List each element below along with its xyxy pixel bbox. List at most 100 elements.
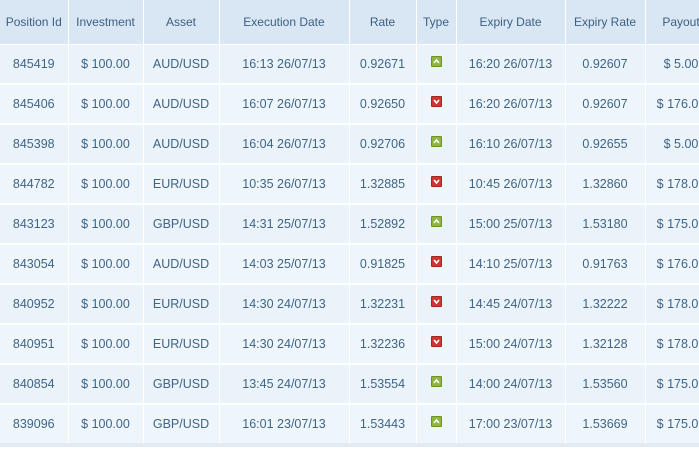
- column-header-expiry-rate[interactable]: Expiry Rate: [565, 0, 646, 45]
- position-id-cell: 840854: [0, 364, 69, 405]
- table-row: 840854 $ 100.00 GBP/USD 13:45 24/07/13 1.535…: [0, 364, 699, 405]
- position-id-cell: 844782: [0, 164, 69, 205]
- asset-cell: AUD/USD: [143, 124, 220, 165]
- table-row: 845419 $ 100.00 AUD/USD 16:13 26/07/13 0.926…: [0, 44, 699, 85]
- expiry-rate-cell: 0.92655: [565, 124, 646, 165]
- up-arrow-icon: [430, 136, 442, 148]
- column-header-investment[interactable]: Investment: [68, 0, 144, 45]
- table-row: 840952 $ 100.00 EUR/USD 14:30 24/07/13 1.322…: [0, 284, 699, 325]
- asset-cell: AUD/USD: [143, 244, 220, 285]
- expiry-date-cell: 15:00 25/07/13: [456, 204, 566, 245]
- type-cell: [416, 84, 457, 125]
- trade-history-table: Position Id Investment Asset Execution D…: [0, 0, 699, 447]
- payout-cell: $ 175.00: [645, 404, 699, 447]
- position-id-cell: 840952: [0, 284, 69, 325]
- expiry-rate-cell: 1.32860: [565, 164, 646, 205]
- execution-date-cell: 16:07 26/07/13: [219, 84, 350, 125]
- expiry-date-cell: 16:10 26/07/13: [456, 124, 566, 165]
- payout-cell: $ 5.00: [645, 124, 699, 165]
- type-cell: [416, 364, 457, 405]
- type-cell: [416, 404, 457, 447]
- rate-cell: 0.91825: [349, 244, 417, 285]
- position-id-cell: 839096: [0, 404, 69, 447]
- table-row: 845398 $ 100.00 AUD/USD 16:04 26/07/13 0.927…: [0, 124, 699, 165]
- up-arrow-icon: [430, 416, 442, 428]
- execution-date-cell: 14:03 25/07/13: [219, 244, 350, 285]
- expiry-date-cell: 14:45 24/07/13: [456, 284, 566, 325]
- column-header-execution-date[interactable]: Execution Date: [219, 0, 350, 45]
- payout-cell: $ 176.00: [645, 84, 699, 125]
- execution-date-cell: 16:04 26/07/13: [219, 124, 350, 165]
- investment-cell: $ 100.00: [68, 204, 144, 245]
- execution-date-cell: 14:30 24/07/13: [219, 284, 350, 325]
- type-cell: [416, 244, 457, 285]
- execution-date-cell: 16:01 23/07/13: [219, 404, 350, 447]
- column-header-rate[interactable]: Rate: [349, 0, 417, 45]
- type-cell: [416, 324, 457, 365]
- expiry-rate-cell: 0.92607: [565, 84, 646, 125]
- column-header-type[interactable]: Type: [416, 0, 457, 45]
- down-arrow-icon: [430, 296, 442, 308]
- position-id-cell: 840951: [0, 324, 69, 365]
- asset-cell: EUR/USD: [143, 164, 220, 205]
- down-arrow-icon: [430, 256, 442, 268]
- investment-cell: $ 100.00: [68, 84, 144, 125]
- expiry-date-cell: 17:00 23/07/13: [456, 404, 566, 447]
- column-header-expiry-date[interactable]: Expiry Date: [456, 0, 566, 45]
- expiry-rate-cell: 1.53180: [565, 204, 646, 245]
- type-cell: [416, 124, 457, 165]
- table-row: 845406 $ 100.00 AUD/USD 16:07 26/07/13 0.926…: [0, 84, 699, 125]
- execution-date-cell: 16:13 26/07/13: [219, 44, 350, 85]
- expiry-date-cell: 16:20 26/07/13: [456, 84, 566, 125]
- asset-cell: AUD/USD: [143, 44, 220, 85]
- expiry-date-cell: 14:00 24/07/13: [456, 364, 566, 405]
- execution-date-cell: 14:30 24/07/13: [219, 324, 350, 365]
- investment-cell: $ 100.00: [68, 44, 144, 85]
- column-header-asset[interactable]: Asset: [143, 0, 220, 45]
- rate-cell: 1.52892: [349, 204, 417, 245]
- position-id-cell: 845419: [0, 44, 69, 85]
- column-header-position-id[interactable]: Position Id: [0, 0, 69, 45]
- up-arrow-icon: [430, 56, 442, 68]
- rate-cell: 1.53554: [349, 364, 417, 405]
- investment-cell: $ 100.00: [68, 324, 144, 365]
- expiry-rate-cell: 1.32128: [565, 324, 646, 365]
- down-arrow-icon: [430, 176, 442, 188]
- rate-cell: 1.32236: [349, 324, 417, 365]
- payout-cell: $ 176.00: [645, 244, 699, 285]
- expiry-rate-cell: 1.53560: [565, 364, 646, 405]
- asset-cell: EUR/USD: [143, 284, 220, 325]
- position-id-cell: 845406: [0, 84, 69, 125]
- investment-cell: $ 100.00: [68, 404, 144, 447]
- payout-cell: $ 175.00: [645, 204, 699, 245]
- investment-cell: $ 100.00: [68, 284, 144, 325]
- expiry-rate-cell: 0.92607: [565, 44, 646, 85]
- expiry-rate-cell: 1.53669: [565, 404, 646, 447]
- table-header-row: Position Id Investment Asset Execution D…: [0, 0, 699, 45]
- table-row: 843054 $ 100.00 AUD/USD 14:03 25/07/13 0.918…: [0, 244, 699, 285]
- investment-cell: $ 100.00: [68, 244, 144, 285]
- type-cell: [416, 44, 457, 85]
- payout-cell: $ 178.00: [645, 164, 699, 205]
- rate-cell: 1.32885: [349, 164, 417, 205]
- column-header-payout[interactable]: Payout: [645, 0, 699, 45]
- down-arrow-icon: [430, 336, 442, 348]
- table-row: 839096 $ 100.00 GBP/USD 16:01 23/07/13 1.534…: [0, 404, 699, 447]
- position-id-cell: 843054: [0, 244, 69, 285]
- payout-cell: $ 178.00: [645, 324, 699, 365]
- execution-date-cell: 10:35 26/07/13: [219, 164, 350, 205]
- table-row: 844782 $ 100.00 EUR/USD 10:35 26/07/13 1.328…: [0, 164, 699, 205]
- expiry-date-cell: 15:00 24/07/13: [456, 324, 566, 365]
- execution-date-cell: 14:31 25/07/13: [219, 204, 350, 245]
- rate-cell: 0.92706: [349, 124, 417, 165]
- rate-cell: 1.32231: [349, 284, 417, 325]
- rate-cell: 0.92671: [349, 44, 417, 85]
- payout-cell: $ 178.00: [645, 284, 699, 325]
- type-cell: [416, 164, 457, 205]
- position-id-cell: 843123: [0, 204, 69, 245]
- down-arrow-icon: [430, 96, 442, 108]
- asset-cell: AUD/USD: [143, 84, 220, 125]
- up-arrow-icon: [430, 216, 442, 228]
- investment-cell: $ 100.00: [68, 124, 144, 165]
- type-cell: [416, 204, 457, 245]
